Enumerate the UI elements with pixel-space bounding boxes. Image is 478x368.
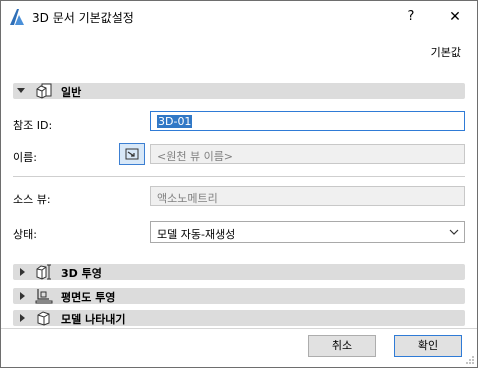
cube-icon <box>37 311 50 326</box>
section-label: 3D 투영 <box>61 267 102 280</box>
section-3d-projection[interactable]: 3D 투영 <box>13 264 465 280</box>
archicad-icon <box>10 9 24 25</box>
source-view-label: 소스 뷰: <box>13 193 51 206</box>
chevron-right-icon <box>20 292 25 300</box>
chevron-right-icon <box>20 268 25 276</box>
chevron-down-icon <box>449 229 459 235</box>
status-value: 모델 자동-재생성 <box>157 228 236 241</box>
close-button[interactable]: ✕ <box>435 4 475 30</box>
chevron-right-icon <box>20 314 25 322</box>
source-view-field: 액소노메트리 <box>150 186 465 206</box>
ref-id-input[interactable]: 3D-01 <box>150 111 465 131</box>
chevron-down-icon <box>17 88 25 93</box>
resize-grip-icon[interactable] <box>465 355 475 365</box>
default-link[interactable]: 기본값 <box>431 44 461 60</box>
ok-button[interactable]: 확인 <box>394 335 462 357</box>
3d-projection-icon <box>36 264 51 280</box>
link-arrow-icon <box>125 148 139 160</box>
section-label: 모델 나타내기 <box>61 313 126 326</box>
link-name-button[interactable] <box>119 143 145 165</box>
cancel-button[interactable]: 취소 <box>308 335 376 357</box>
section-label: 일반 <box>61 86 82 99</box>
name-input[interactable]: <원천 뷰 이름> <box>150 144 465 164</box>
divider <box>13 176 465 177</box>
status-select[interactable]: 모델 자동-재생성 <box>150 221 465 243</box>
name-label: 이름: <box>13 151 37 164</box>
section-floorplan-projection[interactable]: 평면도 투영 <box>13 288 465 304</box>
window-title: 3D 문서 기본값설정 <box>32 11 134 25</box>
title-bar: 3D 문서 기본값설정 ? ✕ <box>1 1 477 33</box>
section-model-display[interactable]: 모델 나타내기 <box>13 310 465 326</box>
floorplan-projection-icon <box>35 289 53 304</box>
cube-page-icon <box>36 83 52 99</box>
section-label: 평면도 투영 <box>61 291 116 304</box>
dialog-window: 3D 문서 기본값설정 ? ✕ 기본값 일반 참조 ID: 3D-01 이름: <box>0 0 478 368</box>
status-label: 상태: <box>13 228 37 241</box>
ref-id-label: 참조 ID: <box>13 119 53 132</box>
dialog-body: 기본값 일반 참조 ID: 3D-01 이름: <원천 뷰 이름> 소스 뷰: … <box>1 33 477 367</box>
ref-id-value: 3D-01 <box>157 115 193 128</box>
help-button[interactable]: ? <box>389 4 433 30</box>
footer-divider <box>1 328 477 329</box>
section-general[interactable]: 일반 <box>13 83 465 99</box>
